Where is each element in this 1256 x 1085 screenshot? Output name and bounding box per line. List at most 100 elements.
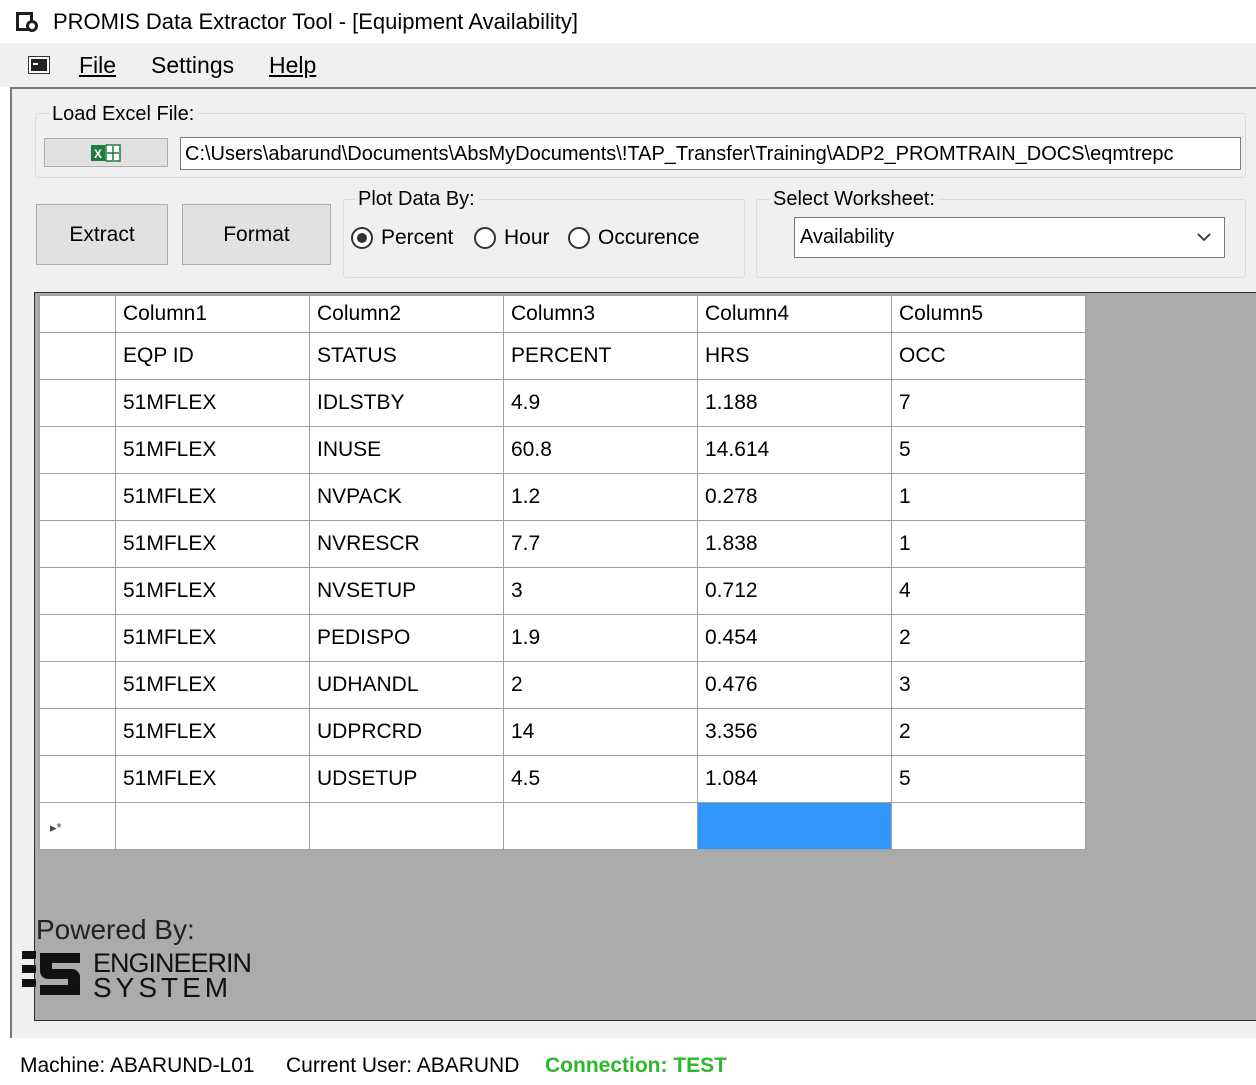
grid-cell[interactable]: PERCENT xyxy=(503,332,698,380)
row-header[interactable] xyxy=(39,379,116,427)
load-excel-button[interactable]: X xyxy=(44,138,168,167)
row-header[interactable] xyxy=(39,661,116,709)
status-machine: Machine: ABARUND-L01 xyxy=(20,1054,255,1077)
grid-cell[interactable]: 51MFLEX xyxy=(115,426,310,474)
grid-cell[interactable]: 7.7 xyxy=(503,520,698,568)
grid-cell[interactable]: 51MFLEX xyxy=(115,379,310,427)
grid-cell[interactable]: 0.476 xyxy=(697,661,892,709)
chevron-down-icon[interactable] xyxy=(1196,230,1212,244)
grid-cell-selected[interactable] xyxy=(697,802,892,850)
grid-cell[interactable]: UDPRCRD xyxy=(309,708,504,756)
grid-cell[interactable]: 5 xyxy=(891,426,1086,474)
radio-percent[interactable]: Percent xyxy=(351,224,453,252)
new-row-header[interactable]: ▸* xyxy=(39,802,116,850)
grid-cell[interactable]: HRS xyxy=(697,332,892,380)
grid-cell[interactable]: 1.9 xyxy=(503,614,698,662)
grid-cell[interactable]: 3.356 xyxy=(697,708,892,756)
grid-cell[interactable]: 7 xyxy=(891,379,1086,427)
grid-cell[interactable]: PEDISPO xyxy=(309,614,504,662)
menu-help[interactable]: Help xyxy=(269,52,316,79)
grid-cell[interactable]: 0.278 xyxy=(697,473,892,521)
menu-help-label: Help xyxy=(269,52,317,78)
menu-file[interactable]: File xyxy=(79,52,116,79)
grid-cell[interactable]: INUSE xyxy=(309,426,504,474)
grid-cell[interactable] xyxy=(891,802,1086,850)
grid-cell[interactable]: 4.9 xyxy=(503,379,698,427)
radio-percent-indicator[interactable] xyxy=(351,227,373,249)
grid-cell[interactable]: NVRESCR xyxy=(309,520,504,568)
grid-cell[interactable]: 1 xyxy=(891,520,1086,568)
grid-cell[interactable]: 14.614 xyxy=(697,426,892,474)
table-row: 51MFLEX PEDISPO 1.9 0.454 2 xyxy=(39,614,1086,662)
radio-hour-indicator[interactable] xyxy=(474,227,496,249)
grid-cell[interactable]: 51MFLEX xyxy=(115,661,310,709)
grid-corner-cell[interactable] xyxy=(39,295,116,333)
table-row: EQP ID STATUS PERCENT HRS OCC xyxy=(39,332,1086,380)
app-icon xyxy=(16,12,38,32)
menu-settings[interactable]: Settings xyxy=(151,52,234,79)
grid-cell[interactable]: 1.084 xyxy=(697,755,892,803)
row-header[interactable] xyxy=(39,473,116,521)
excel-path-field[interactable]: C:\Users\abarund\Documents\AbsMyDocument… xyxy=(180,137,1241,170)
table-row: 51MFLEX IDLSTBY 4.9 1.188 7 xyxy=(39,379,1086,427)
grid-cell[interactable]: 60.8 xyxy=(503,426,698,474)
row-header[interactable] xyxy=(39,567,116,615)
grid-cell[interactable] xyxy=(115,802,310,850)
grid-cell[interactable]: 51MFLEX xyxy=(115,520,310,568)
radio-hour[interactable]: Hour xyxy=(474,224,550,252)
table-row: 51MFLEX NVPACK 1.2 0.278 1 xyxy=(39,473,1086,521)
grid-cell[interactable]: 51MFLEX xyxy=(115,755,310,803)
grid-cell[interactable]: 2 xyxy=(891,708,1086,756)
grid-cell[interactable]: 2 xyxy=(891,614,1086,662)
grid-cell[interactable]: 51MFLEX xyxy=(115,614,310,662)
radio-occurence[interactable]: Occurence xyxy=(568,224,700,252)
worksheet-select[interactable]: Availability xyxy=(794,217,1225,258)
grid-cell[interactable]: 1.188 xyxy=(697,379,892,427)
grid-cell[interactable]: NVSETUP xyxy=(309,567,504,615)
table-row: 51MFLEX NVSETUP 3 0.712 4 xyxy=(39,567,1086,615)
row-header[interactable] xyxy=(39,708,116,756)
column-header[interactable]: Column5 xyxy=(891,295,1086,333)
grid-cell[interactable] xyxy=(309,802,504,850)
grid-cell[interactable]: 0.454 xyxy=(697,614,892,662)
grid-cell[interactable]: 0.712 xyxy=(697,567,892,615)
grid-cell[interactable]: EQP ID xyxy=(115,332,310,380)
row-header[interactable] xyxy=(39,332,116,380)
grid-cell[interactable]: UDSETUP xyxy=(309,755,504,803)
grid-cell[interactable]: 3 xyxy=(891,661,1086,709)
column-header[interactable]: Column3 xyxy=(503,295,698,333)
load-excel-legend: Load Excel File: xyxy=(49,103,198,126)
column-header[interactable]: Column2 xyxy=(309,295,504,333)
grid-cell[interactable]: 51MFLEX xyxy=(115,473,310,521)
system-menu-icon[interactable] xyxy=(28,56,50,74)
format-button[interactable]: Format xyxy=(182,204,331,265)
data-grid[interactable]: Column1 Column2 Column3 Column4 Column5 … xyxy=(39,295,1086,850)
row-header[interactable] xyxy=(39,614,116,662)
grid-cell[interactable]: 1.838 xyxy=(697,520,892,568)
grid-cell[interactable]: 4 xyxy=(891,567,1086,615)
grid-cell[interactable]: 4.5 xyxy=(503,755,698,803)
grid-cell[interactable] xyxy=(503,802,698,850)
grid-cell[interactable]: UDHANDL xyxy=(309,661,504,709)
grid-cell[interactable]: 51MFLEX xyxy=(115,708,310,756)
grid-cell[interactable]: 14 xyxy=(503,708,698,756)
extract-button[interactable]: Extract xyxy=(36,204,168,265)
row-header[interactable] xyxy=(39,520,116,568)
grid-cell[interactable]: 2 xyxy=(503,661,698,709)
column-header[interactable]: Column4 xyxy=(697,295,892,333)
grid-cell[interactable]: 1.2 xyxy=(503,473,698,521)
grid-cell[interactable]: OCC xyxy=(891,332,1086,380)
grid-cell[interactable]: 3 xyxy=(503,567,698,615)
row-header[interactable] xyxy=(39,755,116,803)
column-header[interactable]: Column1 xyxy=(115,295,310,333)
radio-percent-label: Percent xyxy=(381,226,454,249)
menu-settings-label: Settings xyxy=(151,52,235,78)
grid-cell[interactable]: STATUS xyxy=(309,332,504,380)
grid-cell[interactable]: 1 xyxy=(891,473,1086,521)
row-header[interactable] xyxy=(39,426,116,474)
radio-occurence-indicator[interactable] xyxy=(568,227,590,249)
grid-cell[interactable]: 5 xyxy=(891,755,1086,803)
grid-cell[interactable]: IDLSTBY xyxy=(309,379,504,427)
grid-cell[interactable]: NVPACK xyxy=(309,473,504,521)
grid-cell[interactable]: 51MFLEX xyxy=(115,567,310,615)
